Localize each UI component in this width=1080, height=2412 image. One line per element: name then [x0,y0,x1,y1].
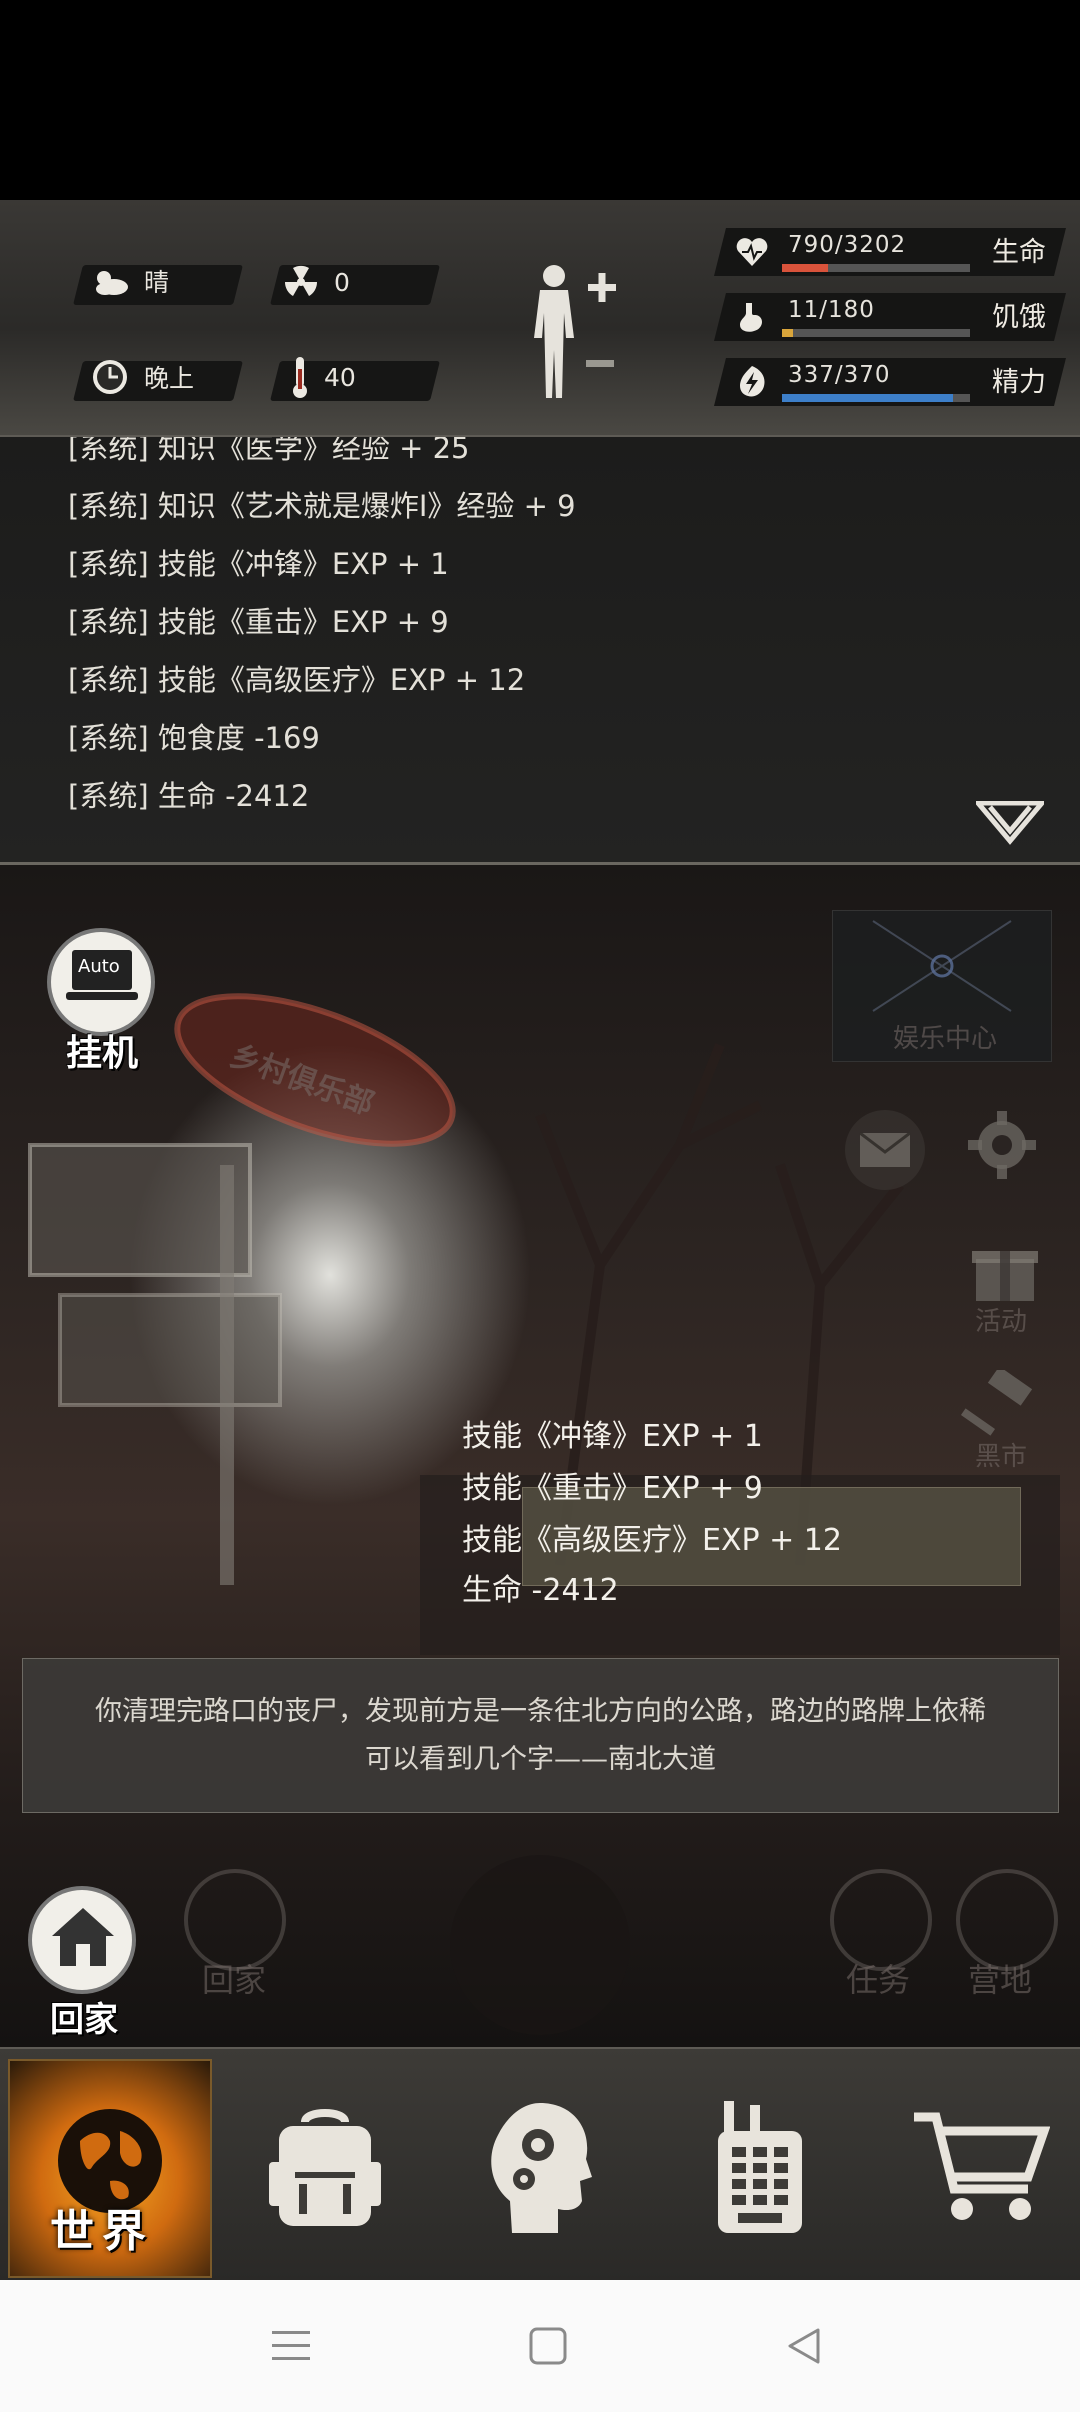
back-icon[interactable] [784,2326,824,2366]
temperature-indicator: 40 [290,355,356,399]
energy-label: 精力 [992,367,1046,398]
gift-icon [972,1251,1038,1301]
log-line: [系统] 饱食度 -169 [68,721,320,755]
system-nav-bar [0,2280,1080,2412]
task-button[interactable]: 任务 [826,1865,936,1999]
clock-icon [93,360,127,394]
home-faded-button[interactable]: 回家 [180,1865,290,1999]
nav-world-button[interactable]: 世界 [8,2059,212,2278]
status-panel: 晴 0 晚上 40 790/3202 生命 11/180 饥饿 337/370 … [0,200,1080,437]
energy-value: 337/370 [788,362,891,388]
energy-bar [782,394,970,402]
body-silhouette-icon [534,265,616,398]
entertainment-center-button[interactable]: 娱乐中心 [832,910,1052,1062]
life-stat: 790/3202 生命 [714,228,1066,276]
radiation-value: 0 [334,267,350,297]
task-label: 任务 [846,1961,911,1999]
camp-label: 营地 [968,1961,1033,1999]
energy-stat: 337/370 精力 [714,358,1066,406]
energy-icon [740,366,765,397]
entertainment-label: 娱乐中心 [893,1024,998,1054]
energy-bar-fill [782,394,954,402]
gear-icon [968,1111,1036,1179]
message-log[interactable]: [系统] 知识《医学》经验 + 25 [系统] 知识《艺术就是爆炸Ⅰ》经验 + … [0,437,1080,865]
log-line: [系统] 技能《高级医疗》EXP + 12 [68,663,526,697]
nav-world-label: 世界 [50,2206,154,2257]
popup-line: 技能《冲锋》EXP + 1 [462,1419,763,1454]
chevron-down-icon[interactable] [976,801,1044,845]
scene-view: 乡村俱乐部 Auto 挂机 娱乐中心 活动 黑市 技能《冲锋》EXP + 1 技… [0,865,1080,2047]
cloud-sun-icon [96,271,128,295]
weather-indicator: 晴 [90,263,169,299]
thermometer-icon [293,357,307,398]
log-line: [系统] 生命 -2412 [68,779,310,813]
log-line: [系统] 知识《艺术就是爆炸Ⅰ》经验 + 9 [68,489,576,523]
log-line: [系统] 技能《冲锋》EXP + 1 [68,547,449,581]
bottom-nav: 世界 [0,2047,1080,2281]
heart-icon [736,238,768,266]
hunger-bar-fill [782,329,794,337]
events-label: 活动 [975,1307,1028,1337]
mail-button[interactable] [845,1110,925,1190]
walkie-talkie-icon [718,2100,802,2233]
events-button[interactable]: 活动 [960,1235,1050,1345]
black-market-label: 黑市 [975,1442,1028,1472]
time-label: 晚上 [144,364,195,393]
settings-button[interactable] [962,1105,1042,1185]
nav-shop-button[interactable] [880,2059,1080,2274]
log-line: [系统] 技能《重击》EXP + 9 [68,605,449,639]
radiation-indicator: 0 [282,263,350,301]
life-value: 790/3202 [788,232,907,258]
weather-label: 晴 [144,268,170,297]
hunger-value: 11/180 [788,297,875,323]
camp-button[interactable]: 营地 [952,1865,1062,1999]
shopping-cart-icon [914,2112,1050,2220]
story-text: 你清理完路口的丧尸，发现前方是一条往北方向的公路，路边的路牌上依稀可以看到几个字… [95,1695,986,1775]
life-bar [782,264,970,272]
popup-line: 技能《重击》EXP + 9 [462,1471,763,1506]
hunger-label: 饥饿 [992,302,1046,333]
hunger-stat: 11/180 饥饿 [714,293,1066,341]
stomach-icon [740,303,762,332]
log-line: [系统] 知识《医学》经验 + 25 [68,437,470,465]
brain-head-icon [491,2102,592,2233]
popup-line: 技能《高级医疗》EXP + 12 [462,1523,842,1558]
life-label: 生命 [992,237,1046,268]
time-indicator: 晚上 [90,357,194,397]
home-faded-label: 回家 [202,1961,267,1999]
home-label: 回家 [50,2000,118,2040]
radiation-icon [284,265,318,296]
home-square-icon[interactable] [528,2326,568,2366]
nav-backpack-button[interactable] [225,2059,425,2274]
black-market-button[interactable]: 黑市 [960,1366,1050,1480]
character-body-button[interactable] [518,258,628,408]
temperature-value: 40 [324,362,356,392]
backpack-icon [269,2108,381,2226]
minimap-icon [872,920,1012,1012]
story-text-box: 你清理完路口的丧尸，发现前方是一条往北方向的公路，路边的路牌上依稀可以看到几个字… [22,1658,1059,1813]
nav-skills-button[interactable] [440,2059,640,2274]
idle-label: 挂机 [66,1033,139,1074]
menu-icon[interactable] [270,2328,312,2364]
life-bar-fill [782,264,829,272]
mail-icon [859,1132,911,1167]
auto-label: Auto [78,956,120,977]
hunger-bar [782,329,970,337]
gavel-icon [960,1366,1033,1436]
house-icon [52,1908,114,1966]
home-button[interactable]: 回家 [30,1890,140,2040]
popup-line: 生命 -2412 [462,1573,619,1608]
idle-auto-button[interactable]: Auto 挂机 [48,930,158,1074]
nav-radio-button[interactable] [660,2059,860,2274]
